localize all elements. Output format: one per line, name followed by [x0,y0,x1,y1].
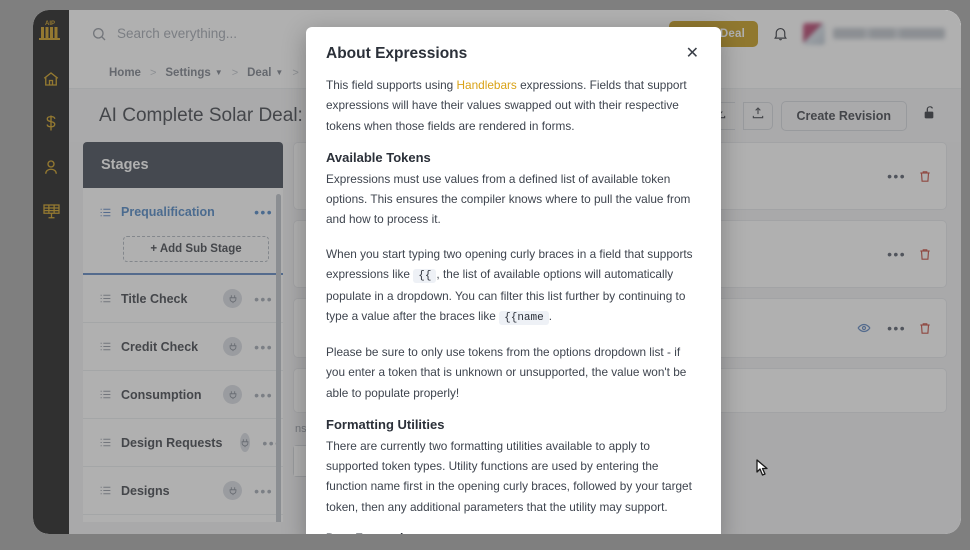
unlock-icon [922,105,938,126]
list-icon [99,388,112,401]
add-sub-stage-row: + Add Sub Stage [83,236,283,273]
list-icon [99,436,112,449]
formatting-utilities-p1: There are currently two formatting utili… [326,438,692,514]
user-menu[interactable] [803,22,945,45]
rail-item-finance[interactable] [36,106,66,140]
stage-label: Design Requests [121,435,223,450]
list-icon [99,340,112,353]
left-nav-rail: AIP [33,10,69,534]
breadcrumb-separator: > [292,66,299,79]
stage-more-icon[interactable]: ••• [251,292,273,306]
intro-text-before: This field supports using [326,78,457,92]
page-title-actions: Create Revision [704,100,945,131]
row-actions: ••• [884,247,932,262]
date-formatting-heading: Date Formatting [326,531,701,534]
stage-row-title-check[interactable]: Title Check ••• [83,275,283,323]
stages-scrollbar[interactable] [276,194,281,522]
breadcrumb-separator: > [231,66,239,79]
available-tokens-p1: Expressions must use values from a defin… [326,171,691,227]
stage-row-designs[interactable]: Designs ••• [83,467,283,515]
breadcrumb-label: Deal [247,66,272,79]
avatar [803,22,825,45]
about-expressions-dialog: About Expressions ✕ This field supports … [306,27,721,534]
rail-item-contacts[interactable] [36,150,66,184]
bell-icon[interactable] [772,25,789,42]
breadcrumb-separator: > [149,66,157,79]
svg-text:AIP: AIP [45,21,55,27]
stage-row-prequalification[interactable]: Prequalification ••• [83,188,283,236]
stage-more-icon[interactable]: ••• [251,340,273,354]
available-tokens-p3: Please be sure to only use tokens from t… [326,345,687,400]
row-more-icon[interactable]: ••• [884,247,906,261]
plug-badge-icon [223,385,243,404]
delete-icon[interactable] [918,321,932,336]
breadcrumb-item-deal[interactable]: Deal ▼ [247,67,283,79]
breadcrumb-item-home[interactable]: Home [109,67,141,79]
search-icon [91,26,107,42]
plug-badge-icon [223,481,243,500]
dialog-title: About Expressions [326,45,468,62]
stage-more-icon[interactable]: ••• [251,205,273,219]
unlock-button[interactable] [915,102,945,130]
dialog-header: About Expressions ✕ [306,27,721,69]
stage-label: Designs [121,483,170,498]
available-tokens-p2: When you start typing two opening curly … [326,244,701,328]
stage-row-design-requests[interactable]: Design Requests ••• [83,419,283,467]
upload-icon [751,106,765,125]
list-icon [99,292,112,305]
row-actions: ••• [884,169,932,184]
chevron-down-icon: ▼ [214,68,223,77]
chevron-down-icon: ▼ [275,68,284,77]
solar-panel-icon [42,202,61,220]
row-more-icon[interactable]: ••• [884,321,906,335]
breadcrumb-item-settings[interactable]: Settings ▼ [165,67,222,79]
plug-badge-icon [223,337,243,356]
list-icon [99,206,112,219]
person-icon [42,158,60,176]
app-window: AIP Search everything... Deal Home > Set… [33,10,961,534]
upload-button[interactable] [742,101,773,130]
stage-label: Consumption [121,387,202,402]
stage-row-credit-check[interactable]: Credit Check ••• [83,323,283,371]
delete-icon[interactable] [918,247,932,262]
breadcrumb-label: Home [109,66,141,79]
stages-panel-header: Stages [83,142,283,188]
delete-icon[interactable] [918,169,932,184]
row-actions: ••• [856,321,932,336]
help-text: ns [295,423,307,436]
add-sub-stage-button[interactable]: + Add Sub Stage [123,236,269,262]
p2-text-c: . [548,309,553,324]
code-open-braces: {{ [413,268,437,283]
close-icon[interactable]: ✕ [684,45,701,63]
create-revision-button[interactable]: Create Revision [780,100,907,131]
code-name-token: {{name [499,311,549,326]
stage-label: Credit Check [121,339,199,354]
page-title: AI Complete Solar Deal: v1 [99,104,329,126]
list-icon [99,484,112,497]
plug-badge-icon [223,289,243,308]
stage-group-prequalification: Prequalification ••• + Add Sub Stage [83,188,283,275]
plug-badge-icon [240,433,251,452]
rail-item-solar[interactable] [36,194,66,228]
available-tokens-heading: Available Tokens [326,149,431,165]
formatting-utilities-heading: Formatting Utilities [326,416,445,432]
dialog-body: This field supports using Handlebars exp… [306,69,721,534]
stage-label: Title Check [121,291,188,306]
stage-row-consumption[interactable]: Consumption ••• [83,371,283,419]
breadcrumb-label: Settings [165,66,211,79]
user-name [833,28,945,39]
row-more-icon[interactable]: ••• [884,169,906,183]
intro-paragraph: This field supports using Handlebars exp… [326,75,701,136]
stage-more-icon[interactable]: ••• [251,484,273,498]
app-logo[interactable]: AIP [38,18,64,40]
rail-item-home[interactable] [36,62,66,96]
view-icon[interactable] [856,321,872,335]
dollar-icon [42,114,60,132]
stage-label: Prequalification [121,205,215,219]
handlebars-link[interactable]: Handlebars [457,78,517,92]
home-icon [42,70,60,88]
stage-more-icon[interactable]: ••• [251,388,273,402]
stages-panel: Stages Prequalification ••• + Add Sub St… [83,142,283,522]
